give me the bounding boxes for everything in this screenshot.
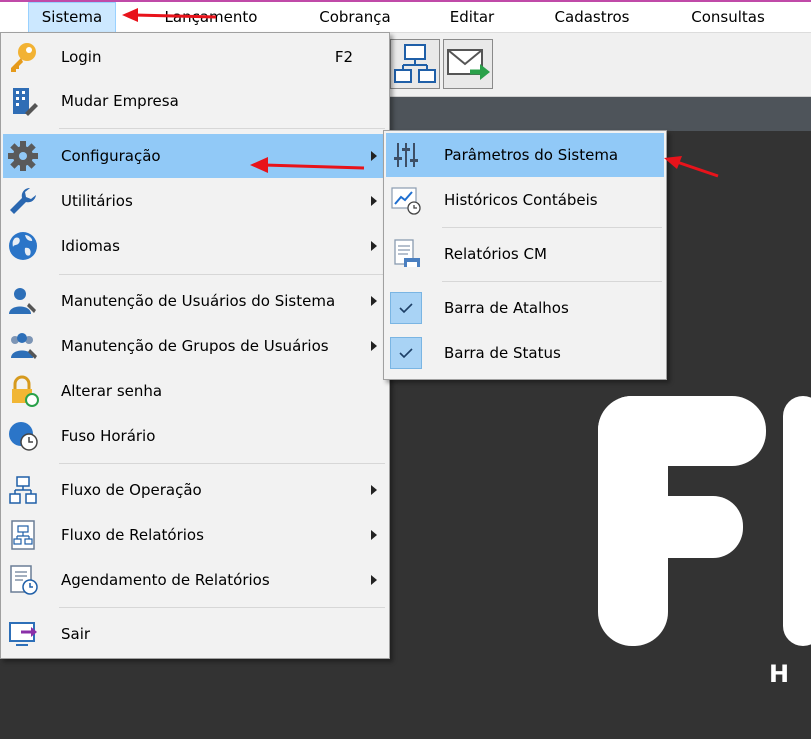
menu-item-label: Fluxo de Relatórios — [61, 526, 204, 544]
menu-item-label: Mudar Empresa — [61, 92, 179, 110]
menu-item-idiomas[interactable]: Idiomas — [3, 224, 387, 268]
menu-item-label: Login — [61, 48, 102, 66]
flow-toolbar-button[interactable] — [390, 39, 440, 89]
menu-separator — [59, 274, 385, 275]
chevron-right-icon — [371, 196, 377, 206]
menu-separator — [59, 128, 385, 129]
configuracao-submenu: Parâmetros do Sistema Históricos Contábe… — [383, 130, 667, 380]
menu-item-label: Históricos Contábeis — [444, 191, 598, 209]
menu-separator — [59, 607, 385, 608]
report-schedule-icon — [10, 565, 38, 595]
report-flow-icon — [11, 520, 35, 550]
check-icon — [399, 348, 413, 359]
menu-item-label: Manutenção de Grupos de Usuários — [61, 337, 329, 355]
report-printer-icon — [394, 239, 420, 267]
menu-cobranca[interactable]: Cobrança — [310, 2, 400, 33]
menu-item-agendamento-relatorios[interactable]: Agendamento de Relatórios — [3, 558, 387, 602]
menu-item-login[interactable]: Login F2 — [3, 35, 387, 79]
mail-toolbar-button[interactable] — [443, 39, 493, 89]
menu-item-utilitarios[interactable]: Utilitários — [3, 179, 387, 223]
group-wrench-icon — [11, 333, 37, 359]
gear-icon — [8, 141, 38, 171]
wrench-icon — [10, 188, 36, 214]
logo-letter-f-middle — [598, 496, 743, 558]
exit-icon — [9, 622, 37, 646]
menu-item-label: Alterar senha — [61, 382, 163, 400]
flowchart-icon — [9, 476, 37, 504]
menu-sistema[interactable]: Sistema — [28, 2, 116, 33]
menu-item-label: Fuso Horário — [61, 427, 156, 445]
globe-icon — [9, 232, 37, 260]
user-wrench-icon — [9, 288, 36, 314]
chevron-right-icon — [371, 241, 377, 251]
menu-item-label: Relatórios CM — [444, 245, 547, 263]
chevron-right-icon — [371, 341, 377, 351]
chevron-right-icon — [371, 296, 377, 306]
shortcut-label: F2 — [334, 48, 353, 66]
menu-item-configuracao[interactable]: Configuração — [3, 134, 387, 178]
menu-item-label: Utilitários — [61, 192, 133, 210]
menu-item-label: Fluxo de Operação — [61, 481, 202, 499]
menu-editar[interactable]: Editar — [442, 2, 502, 33]
submenu-item-parametros[interactable]: Parâmetros do Sistema — [386, 133, 664, 177]
flowchart-icon — [394, 44, 436, 83]
menu-item-fluxo-relatorios[interactable]: Fluxo de Relatórios — [3, 513, 387, 557]
menu-item-alterar-senha[interactable]: Alterar senha — [3, 369, 387, 413]
menu-item-mudar-empresa[interactable]: Mudar Empresa — [3, 79, 387, 123]
chevron-right-icon — [371, 530, 377, 540]
checkbox-checked — [390, 292, 422, 324]
menu-separator — [442, 281, 662, 282]
chart-clock-icon — [391, 187, 421, 215]
menu-item-manutencao-grupos[interactable]: Manutenção de Grupos de Usuários — [3, 324, 387, 368]
globe-clock-icon — [9, 422, 38, 451]
submenu-item-barra-atalhos[interactable]: Barra de Atalhos — [386, 286, 664, 330]
menu-lancamento[interactable]: Lançamento — [152, 2, 270, 33]
menu-item-label: Sair — [61, 625, 91, 643]
menu-item-label: Configuração — [61, 147, 161, 165]
menu-consultas[interactable]: Consultas — [682, 2, 774, 33]
menu-bar: Sistema Lançamento Cobrança Editar Cadas… — [0, 0, 811, 33]
key-icon — [11, 43, 36, 72]
menu-separator — [59, 463, 385, 464]
sliders-icon — [394, 143, 418, 167]
logo-subtitle: H — [769, 660, 790, 688]
menu-item-label: Barra de Status — [444, 344, 561, 362]
menu-item-fluxo-operacao[interactable]: Fluxo de Operação — [3, 468, 387, 512]
logo-letter-partial — [783, 396, 811, 646]
menu-item-manutencao-usuarios[interactable]: Manutenção de Usuários do Sistema — [3, 279, 387, 323]
submenu-item-historicos[interactable]: Históricos Contábeis — [386, 178, 664, 222]
menu-item-sair[interactable]: Sair — [3, 612, 387, 656]
submenu-item-relatorios-cm[interactable]: Relatórios CM — [386, 232, 664, 276]
building-edit-icon — [13, 88, 38, 116]
menu-item-label: Idiomas — [61, 237, 120, 255]
menu-separator — [442, 227, 662, 228]
logo-letter-f-top — [598, 396, 766, 466]
menu-item-label: Manutenção de Usuários do Sistema — [61, 292, 336, 310]
checkbox-checked — [390, 337, 422, 369]
sistema-menu: Login F2 Mudar Empresa Configuração Util… — [0, 32, 390, 659]
chevron-right-icon — [371, 575, 377, 585]
menu-item-label: Agendamento de Relatórios — [61, 571, 270, 589]
submenu-item-barra-status[interactable]: Barra de Status — [386, 331, 664, 375]
menu-item-label: Barra de Atalhos — [444, 299, 569, 317]
menu-item-label: Parâmetros do Sistema — [444, 146, 619, 164]
chevron-right-icon — [371, 485, 377, 495]
check-icon — [399, 303, 413, 314]
mail-send-icon — [447, 49, 490, 80]
menu-item-fuso-horario[interactable]: Fuso Horário — [3, 414, 387, 458]
menu-cadastros[interactable]: Cadastros — [546, 2, 638, 33]
chevron-right-icon — [371, 151, 377, 161]
lock-refresh-icon — [12, 375, 39, 407]
